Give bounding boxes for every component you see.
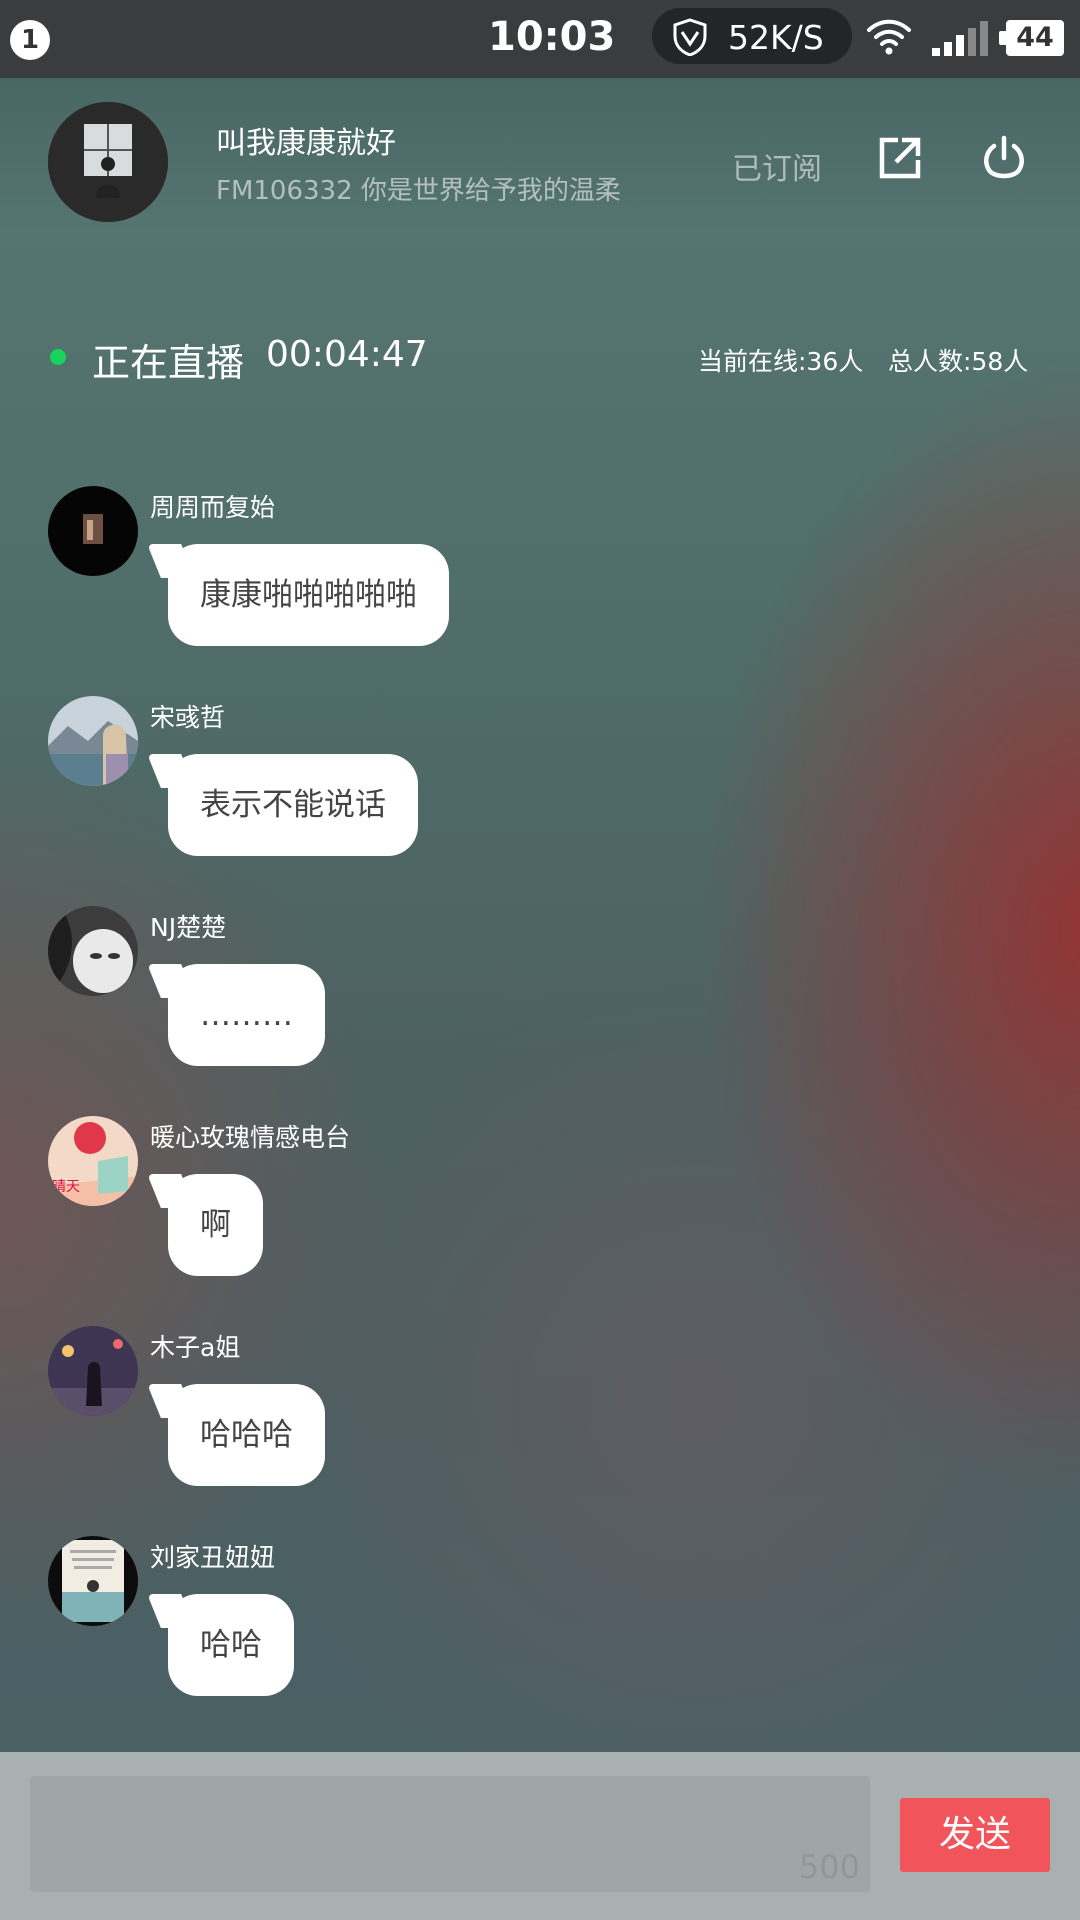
- message-bubble: 康康啪啪啪啪啪: [168, 544, 449, 646]
- char-limit: 500: [798, 1848, 860, 1886]
- status-bar: 1 10:03 52K/S 44: [0, 0, 1080, 78]
- total-count: 总人数:58人: [888, 347, 1029, 376]
- message-bubble: 啊: [168, 1174, 263, 1276]
- message-input[interactable]: 500: [30, 1776, 870, 1892]
- power-icon[interactable]: [980, 134, 1028, 186]
- network-speed-pill: 52K/S: [652, 8, 852, 64]
- user-avatar[interactable]: [48, 696, 138, 786]
- online-count: 当前在线:36人: [698, 347, 864, 376]
- battery-icon: 44: [999, 20, 1064, 56]
- live-elapsed-timer: 00:04:47: [266, 334, 428, 375]
- message-username: 周周而复始: [150, 493, 276, 522]
- message-username: NJ楚楚: [150, 913, 227, 942]
- svg-text:晴天: 晴天: [52, 1179, 80, 1195]
- chat-message: 晴天 暖心玫瑰情感电台 啊: [0, 1100, 1080, 1300]
- message-username: 暖心玫瑰情感电台: [150, 1123, 351, 1152]
- message-username: 木子a姐: [150, 1333, 241, 1362]
- network-speed: 52K/S: [728, 18, 824, 57]
- message-bubble: 表示不能说话: [168, 754, 418, 856]
- message-bubble: 哈哈: [168, 1594, 294, 1696]
- message-bubble: ………: [168, 964, 325, 1066]
- shield-icon: [672, 18, 708, 60]
- chat-message: 周周而复始 康康啪啪啪啪啪: [0, 470, 1080, 670]
- wifi-icon: [866, 18, 912, 60]
- header: 叫我康康就好 FM106332 你是世界给予我的温柔 已订阅: [0, 78, 1080, 258]
- subscribed-button[interactable]: 已订阅: [732, 144, 822, 188]
- live-indicator-dot: [50, 349, 66, 365]
- host-name: 叫我康康就好: [216, 126, 396, 161]
- host-avatar[interactable]: [48, 102, 168, 222]
- share-icon[interactable]: [876, 134, 924, 186]
- message-username: 刘家丑妞妞: [150, 1543, 276, 1572]
- message-composer: 500 发送: [0, 1752, 1080, 1920]
- message-username: 宋彧哲: [150, 703, 226, 732]
- user-avatar[interactable]: [48, 1326, 138, 1416]
- chat-message: NJ楚楚 ………: [0, 890, 1080, 1090]
- message-bubble: 哈哈哈: [168, 1384, 325, 1486]
- chat-message: 宋彧哲 表示不能说话: [0, 680, 1080, 880]
- chat-message: 刘家丑妞妞 哈哈: [0, 1520, 1080, 1720]
- user-avatar[interactable]: [48, 906, 138, 996]
- notification-count-badge: 1: [10, 20, 50, 60]
- status-time: 10:03: [488, 14, 616, 60]
- channel-subtitle: FM106332 你是世界给予我的温柔: [216, 176, 621, 206]
- user-avatar[interactable]: 晴天: [48, 1116, 138, 1206]
- live-status-label: 正在直播: [92, 341, 245, 385]
- signal-icon: [930, 20, 990, 62]
- chat-message: 木子a姐 哈哈哈: [0, 1310, 1080, 1510]
- user-avatar[interactable]: [48, 486, 138, 576]
- send-button[interactable]: 发送: [900, 1798, 1050, 1872]
- user-avatar[interactable]: [48, 1536, 138, 1626]
- live-room-screen: 1 10:03 52K/S 44 叫我康康就好 FM106332 你是世界给予我…: [0, 0, 1080, 1920]
